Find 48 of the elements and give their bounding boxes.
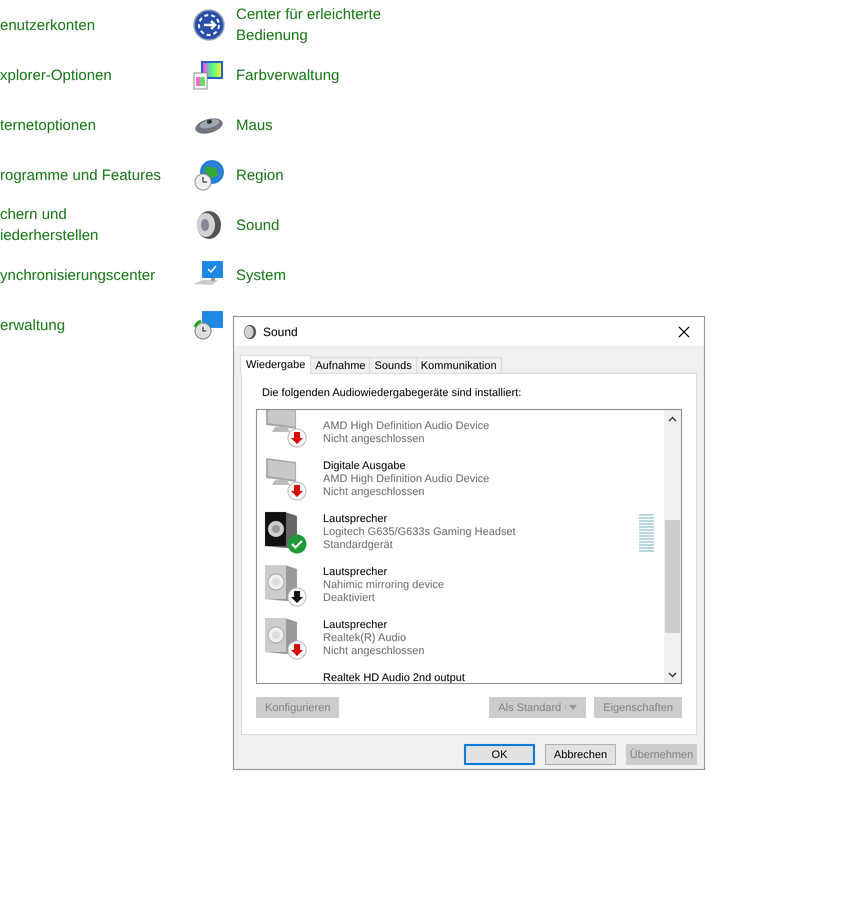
device-name: Lautsprecher xyxy=(323,619,388,632)
speaker-icon xyxy=(243,324,257,338)
dialog-button[interactable]: OK xyxy=(464,744,535,765)
instruction-text: Die folgenden Audiowiedergabegeräte sind installiert: xyxy=(262,386,522,400)
device-name: Lautsprecher xyxy=(323,566,388,579)
device-detail: Logitech G635/G633s Gaming Headset xyxy=(323,526,517,539)
chevron-up-icon xyxy=(668,416,677,422)
close-icon xyxy=(678,326,690,338)
speaker-box-icon xyxy=(265,563,297,603)
scrollbar[interactable] xyxy=(664,410,681,683)
accessibility-icon xyxy=(193,9,225,41)
control-panel-link[interactable]: Maus xyxy=(236,114,273,136)
control-panel-link[interactable]: Region xyxy=(236,164,284,186)
control-panel-link[interactable]: Sound xyxy=(236,214,280,236)
device-detail: Deaktiviert xyxy=(323,592,376,605)
tab[interactable]: Wiedergabe xyxy=(240,355,312,374)
device-detail: Nahimic mirroring device xyxy=(323,579,446,592)
globe-clock-icon xyxy=(193,159,225,191)
control-panel-link[interactable]: ternetoptionen xyxy=(0,114,96,136)
device-detail: Nicht angeschlossen xyxy=(323,645,426,658)
control-panel-link[interactable]: Farbverwaltung xyxy=(236,64,340,86)
control-panel-link[interactable]: ynchronisierungscenter xyxy=(0,264,156,286)
monitor-clock-icon xyxy=(193,309,225,341)
color-monitor-icon xyxy=(193,59,225,91)
control-panel-link[interactable]: xplorer-Optionen xyxy=(0,64,112,86)
control-panel-link[interactable]: Center für erleichterte Bedienung xyxy=(236,4,382,46)
chevron-down-icon xyxy=(668,672,677,678)
speaker-box-icon xyxy=(265,510,297,550)
device-detail: Nicht angeschlossen xyxy=(323,433,426,446)
dialog-button[interactable]: Abbrechen xyxy=(545,744,616,765)
control-panel-link[interactable]: enutzerkonten xyxy=(0,14,96,36)
device-detail: AMD High Definition Audio Device xyxy=(323,473,490,486)
device-detail: Standardgerät xyxy=(323,539,394,552)
device-name: Digitale Ausgabe xyxy=(323,460,407,473)
control-panel-link[interactable]: erwaltung xyxy=(0,314,66,336)
window-title: Sound xyxy=(263,324,299,338)
control-panel-link[interactable]: rogramme und Features xyxy=(0,164,161,186)
device-detail: AMD High Definition Audio Device xyxy=(323,420,490,433)
control-panel-link[interactable]: chern und iederherstellen xyxy=(0,204,98,246)
device-detail: Realtek(R) Audio xyxy=(323,632,408,645)
tab[interactable]: Kommunikation xyxy=(416,357,502,373)
device-name: Lautsprecher xyxy=(323,513,388,526)
device-name: Realtek HD Audio 2nd output xyxy=(323,672,466,683)
speaker-box-icon xyxy=(265,616,297,656)
device-detail: Nicht angeschlossen xyxy=(323,486,426,499)
control-panel-link[interactable]: System xyxy=(236,264,286,286)
volume-meter-icon xyxy=(639,514,654,554)
caret-icon xyxy=(569,705,578,710)
